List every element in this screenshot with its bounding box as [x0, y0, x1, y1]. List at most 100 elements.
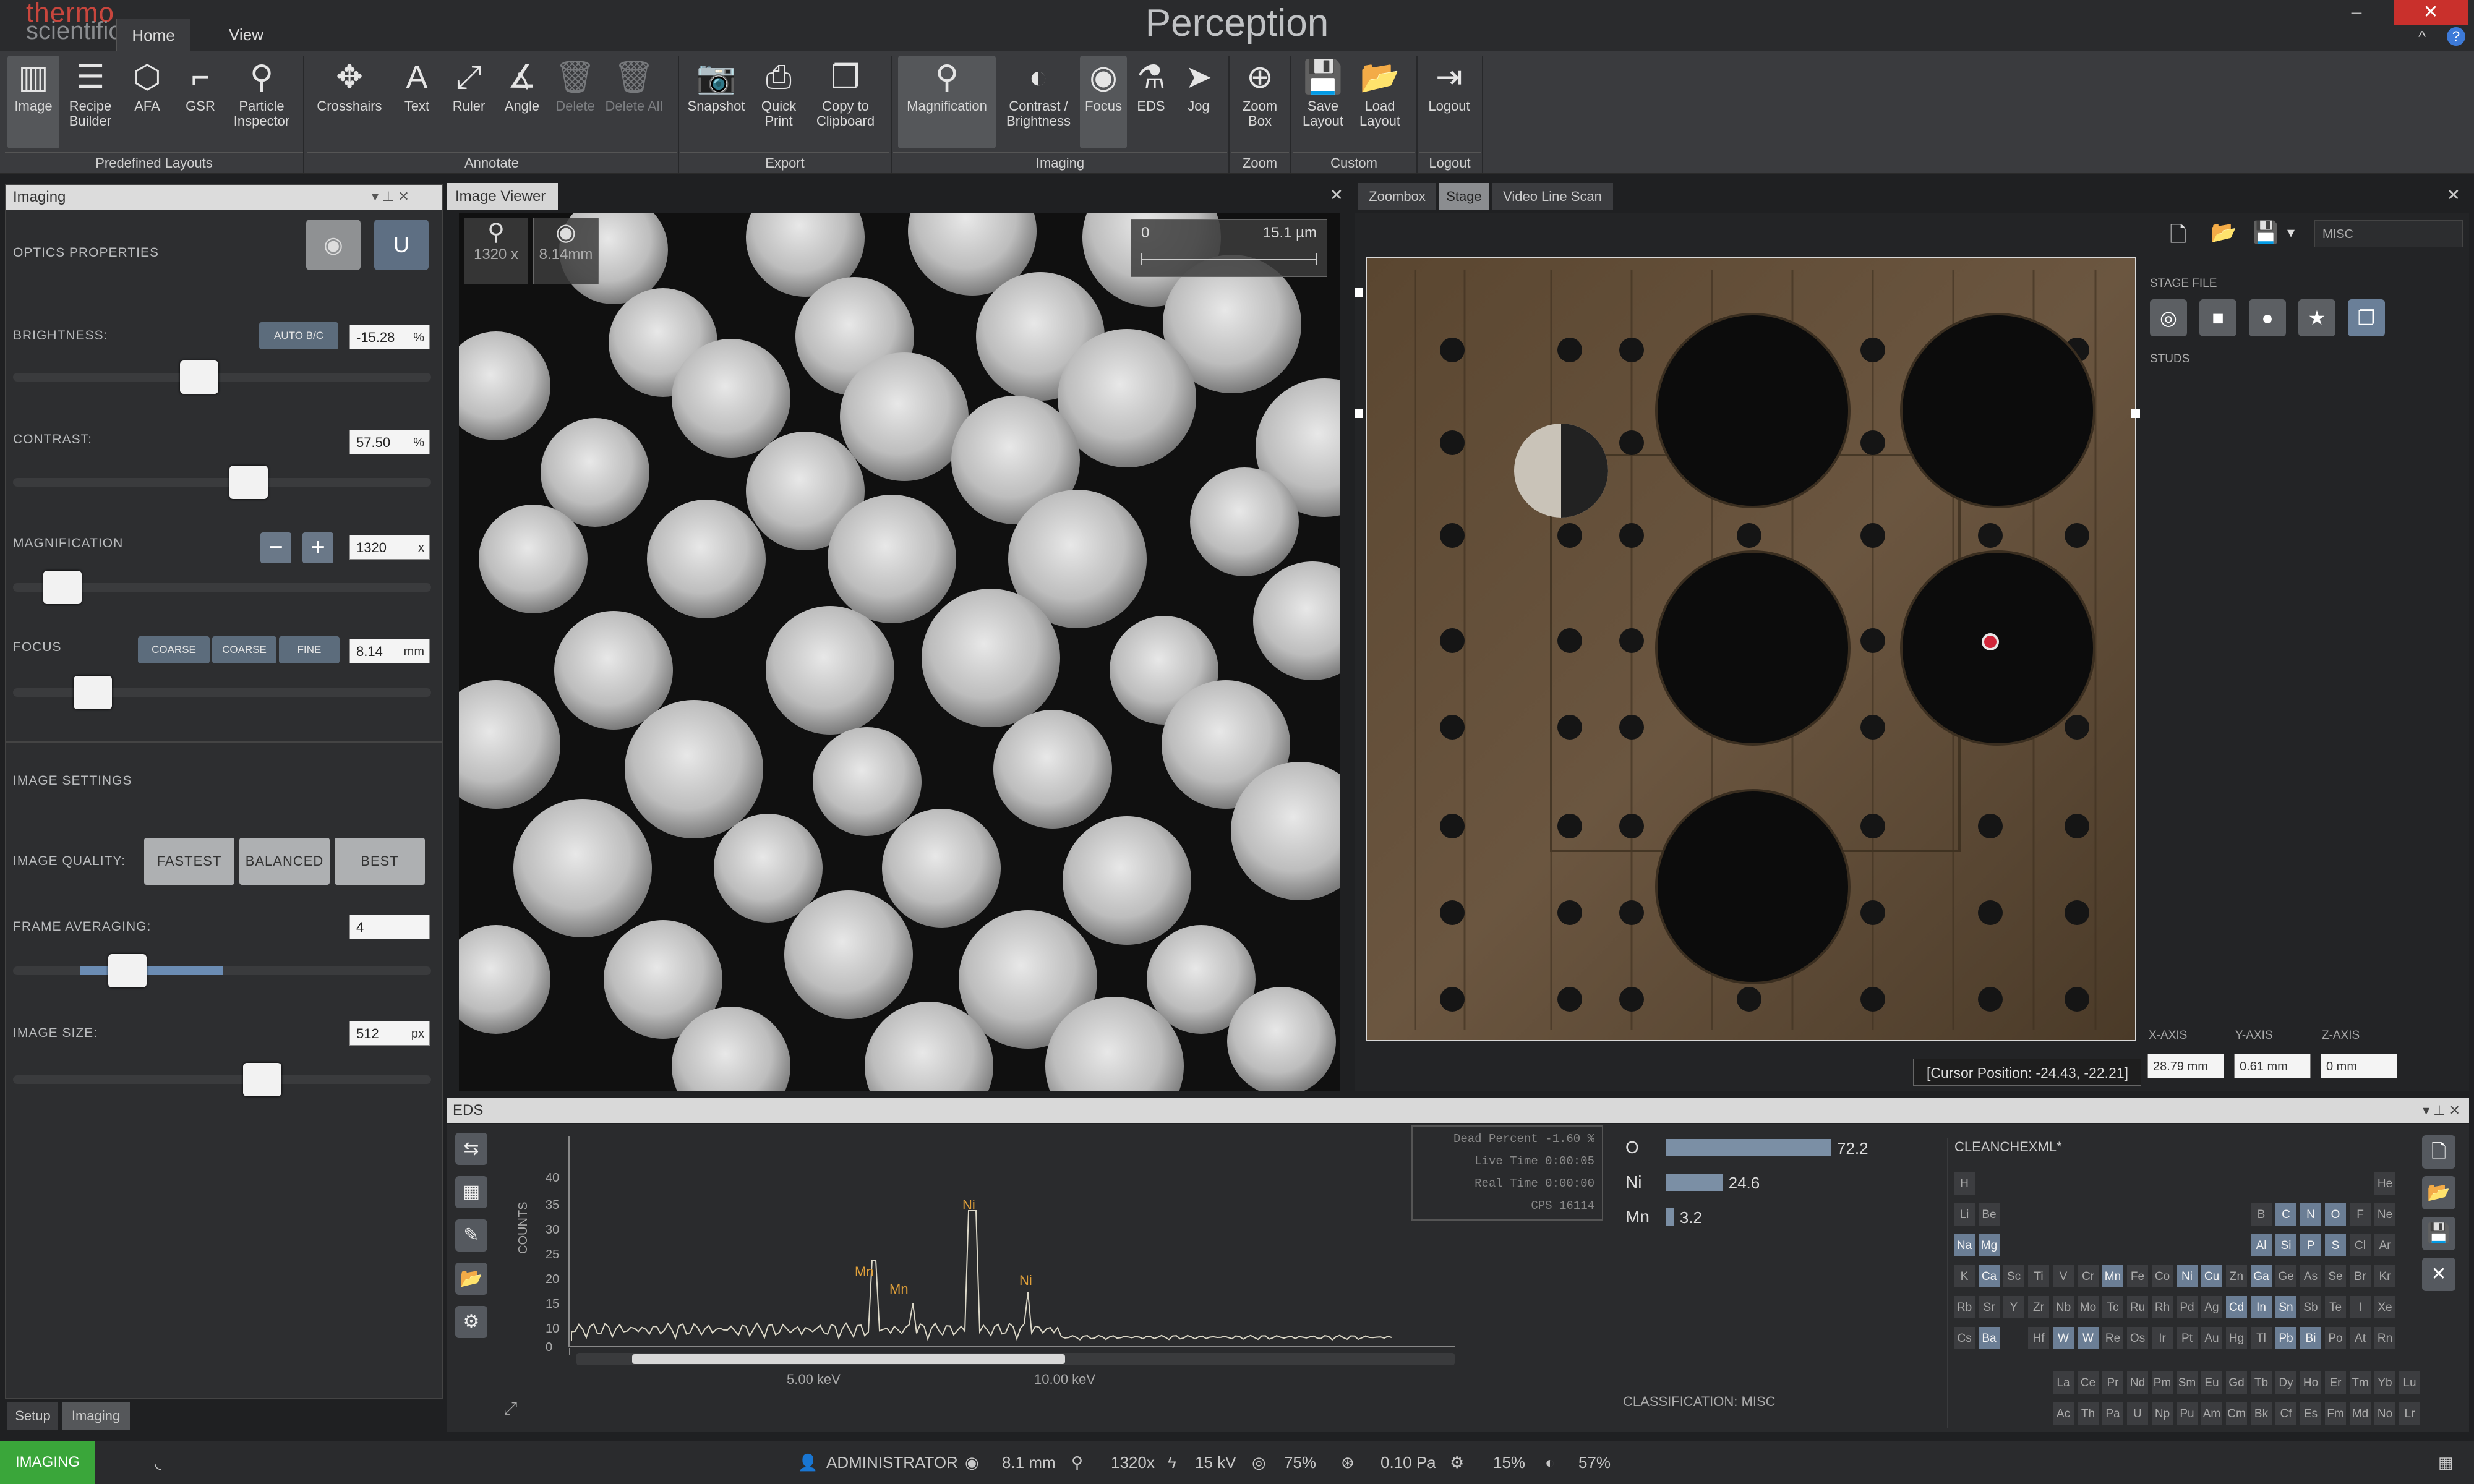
new-doc-icon[interactable]: 🗋	[2422, 1135, 2455, 1169]
element-al[interactable]: Al	[2250, 1234, 2272, 1257]
element-bk[interactable]: Bk	[2250, 1402, 2272, 1425]
element-u[interactable]: U	[2126, 1402, 2149, 1425]
element-pt[interactable]: Pt	[2176, 1326, 2198, 1350]
element-f[interactable]: F	[2349, 1203, 2371, 1226]
element-lu[interactable]: Lu	[2399, 1371, 2421, 1394]
element-br[interactable]: Br	[2349, 1264, 2371, 1288]
element-tl[interactable]: Tl	[2250, 1326, 2272, 1350]
element-sm[interactable]: Sm	[2176, 1371, 2198, 1394]
element-be[interactable]: Be	[1978, 1203, 2000, 1226]
element-cd[interactable]: Cd	[2225, 1295, 2248, 1319]
close-viewer-icon[interactable]: ✕	[1330, 186, 1343, 205]
element-o[interactable]: O	[2324, 1203, 2347, 1226]
brightness-slider-track[interactable]	[13, 373, 431, 382]
element-k[interactable]: K	[1953, 1264, 1975, 1288]
element-ne[interactable]: Ne	[2374, 1203, 2396, 1226]
element-te[interactable]: Te	[2324, 1295, 2347, 1319]
quality-fastest-button[interactable]: FASTEST	[144, 838, 234, 885]
element-rb[interactable]: Rb	[1953, 1295, 1975, 1319]
element-ru[interactable]: Ru	[2126, 1295, 2149, 1319]
element-b[interactable]: B	[2250, 1203, 2272, 1226]
element-bi[interactable]: Bi	[2300, 1326, 2322, 1350]
afa-button[interactable]: ⬡ AFA	[121, 56, 173, 148]
element-gd[interactable]: Gd	[2225, 1371, 2248, 1394]
open-icon[interactable]: 📂	[2422, 1176, 2455, 1209]
element-md[interactable]: Md	[2349, 1402, 2371, 1425]
element-at[interactable]: At	[2349, 1326, 2371, 1350]
frame-averaging-input[interactable]: 4	[349, 915, 430, 939]
element-cu[interactable]: Cu	[2201, 1264, 2223, 1288]
minus-button[interactable]: −	[260, 532, 291, 563]
element-hf[interactable]: Hf	[2027, 1326, 2050, 1350]
gsr-button[interactable]: ⌐ GSR	[176, 56, 225, 148]
recipe-builder-button[interactable]: ☰ Recipe Builder	[62, 56, 119, 148]
element-th[interactable]: Th	[2077, 1402, 2099, 1425]
element-y[interactable]: Y	[2003, 1295, 2025, 1319]
z-axis-input[interactable]: 0 mm	[2321, 1054, 2397, 1078]
tab-view[interactable]: View	[209, 19, 283, 51]
element-fe[interactable]: Fe	[2126, 1264, 2149, 1288]
element-pa[interactable]: Pa	[2102, 1402, 2124, 1425]
element-la[interactable]: La	[2052, 1371, 2074, 1394]
collapse-ribbon-icon[interactable]: ^	[2418, 27, 2426, 46]
tab-zoombox[interactable]: Zoombox	[1358, 183, 1436, 210]
chevron-down-icon[interactable]: ▾	[2287, 224, 2295, 242]
element-pd[interactable]: Pd	[2176, 1295, 2198, 1319]
quality-balanced-button[interactable]: BALANCED	[239, 838, 330, 885]
target-icon[interactable]: ◎	[2150, 299, 2187, 336]
element-yb[interactable]: Yb	[2374, 1371, 2396, 1394]
load-layout-button[interactable]: 📂 Load Layout	[1352, 56, 1408, 148]
mag-overlay[interactable]: ⚲ 1320 x	[464, 218, 528, 284]
element-pr[interactable]: Pr	[2102, 1371, 2124, 1394]
element-mn[interactable]: Mn	[2102, 1264, 2124, 1288]
particle-inspector-button[interactable]: ⚲ Particle Inspector	[228, 56, 296, 148]
element-w[interactable]: W	[2052, 1326, 2074, 1350]
element-zn[interactable]: Zn	[2225, 1264, 2248, 1288]
rss-icon[interactable]: ◟	[155, 1453, 161, 1472]
element-er[interactable]: Er	[2324, 1371, 2347, 1394]
element-xe[interactable]: Xe	[2374, 1295, 2396, 1319]
element-sr[interactable]: Sr	[1978, 1295, 2000, 1319]
element-mg[interactable]: Mg	[1978, 1234, 2000, 1257]
element-lr[interactable]: Lr	[2399, 1402, 2421, 1425]
save-layout-button[interactable]: 💾 Save Layout	[1295, 56, 1351, 148]
stage-file-select[interactable]: MISC	[2314, 220, 2463, 247]
tab-stage[interactable]: Stage	[1439, 183, 1489, 210]
focus-fine-button[interactable]: FINE	[279, 636, 340, 663]
save-icon[interactable]: 💾	[2422, 1217, 2455, 1250]
element-no[interactable]: No	[2374, 1402, 2396, 1425]
save-file-icon[interactable]: 💾	[2253, 220, 2279, 245]
element-h[interactable]: H	[1953, 1172, 1975, 1195]
element-np[interactable]: Np	[2151, 1402, 2173, 1425]
element-nd[interactable]: Nd	[2126, 1371, 2149, 1394]
element-dy[interactable]: Dy	[2275, 1371, 2297, 1394]
close-stage-icon[interactable]: ✕	[2447, 186, 2460, 205]
stage-view[interactable]	[1355, 213, 2146, 1091]
element-tm[interactable]: Tm	[2349, 1371, 2371, 1394]
contrast-slider-track[interactable]	[13, 478, 431, 487]
ruler-button[interactable]: ⤢ Ruler	[443, 56, 495, 148]
element-ar[interactable]: Ar	[2374, 1234, 2396, 1257]
tab-setup[interactable]: Setup	[7, 1402, 58, 1430]
element-nb[interactable]: Nb	[2052, 1295, 2074, 1319]
element-hg[interactable]: Hg	[2225, 1326, 2248, 1350]
tab-video-line-scan[interactable]: Video Line Scan	[1492, 183, 1613, 210]
square-icon[interactable]: ■	[2199, 299, 2236, 336]
contrast-brightness-button[interactable]: ◐ Contrast / Brightness	[999, 56, 1077, 148]
resize-handle[interactable]	[2131, 409, 2140, 418]
element-ba[interactable]: Ba	[1978, 1326, 2000, 1350]
image-size-track[interactable]	[13, 1075, 431, 1084]
element-ho[interactable]: Ho	[2300, 1371, 2322, 1394]
text-button[interactable]: A Text	[393, 56, 440, 148]
element-i[interactable]: I	[2349, 1295, 2371, 1319]
focus-slider-thumb[interactable]	[74, 676, 113, 709]
element-ag[interactable]: Ag	[2201, 1295, 2223, 1319]
element-se[interactable]: Se	[2324, 1264, 2347, 1288]
element-zr[interactable]: Zr	[2027, 1295, 2050, 1319]
element-ga[interactable]: Ga	[2250, 1264, 2272, 1288]
element-in[interactable]: In	[2250, 1295, 2272, 1319]
folder-icon[interactable]: 📂	[455, 1263, 487, 1295]
clear-icon[interactable]: ✕	[2422, 1258, 2455, 1291]
element-sb[interactable]: Sb	[2300, 1295, 2322, 1319]
settings-icon[interactable]: ⚙	[455, 1306, 487, 1338]
